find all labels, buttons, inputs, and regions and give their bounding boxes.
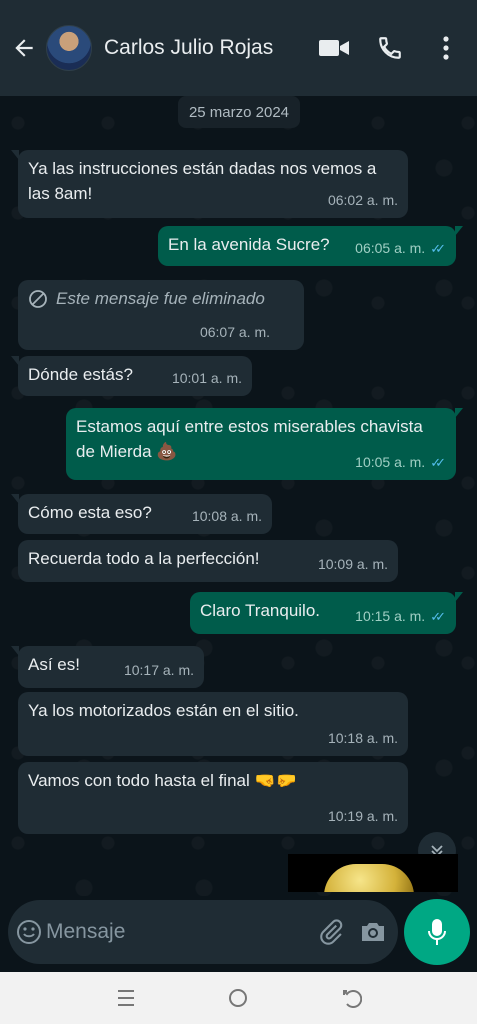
message-outgoing[interactable]: Estamos aquí entre estos miserables chav…	[66, 408, 463, 480]
attach-button[interactable]	[317, 914, 345, 950]
message-deleted[interactable]: Este mensaje fue eliminado 06:07 a. m.	[18, 280, 304, 350]
message-input[interactable]	[46, 920, 317, 944]
voice-call-button[interactable]	[373, 31, 407, 65]
menu-lines-icon	[118, 990, 135, 1006]
message-text: Este mensaje fue eliminado	[56, 289, 265, 308]
message-time: 10:05 a. m.	[355, 454, 426, 470]
home-circle-icon	[229, 989, 248, 1007]
message-meta: 10:05 a. m. ✓✓	[355, 450, 446, 475]
emoji-button[interactable]	[16, 912, 42, 952]
system-navigation-bar	[0, 972, 477, 1024]
deleted-message-text: Este mensaje fue eliminado	[28, 286, 294, 311]
message-time: 10:18 a. m.	[327, 730, 398, 746]
video-call-button[interactable]	[317, 31, 351, 65]
recents-button[interactable]	[106, 978, 146, 1018]
contact-name[interactable]: Carlos Julio Rojas	[104, 36, 317, 60]
image-message-preview[interactable]	[288, 854, 458, 892]
emoji-icon	[17, 920, 41, 944]
message-time: 06:02 a. m.	[327, 192, 398, 208]
message-text: En la avenida Sucre?	[168, 235, 330, 254]
back-nav-button[interactable]	[331, 978, 371, 1018]
read-ticks-icon: ✓✓	[430, 241, 446, 256]
read-ticks-icon: ✓✓	[430, 609, 446, 624]
message-incoming[interactable]: Recuerda todo a la perfección! 10:09 a. …	[18, 540, 398, 582]
message-time: 10:19 a. m.	[327, 808, 398, 824]
chat-header: Carlos Julio Rojas	[0, 0, 477, 96]
message-time: 06:05 a. m.	[355, 240, 426, 256]
phone-icon	[379, 37, 401, 59]
paperclip-icon	[320, 919, 343, 945]
camera-button[interactable]	[359, 914, 387, 950]
message-composer	[8, 900, 398, 964]
message-text: Claro Tranquilo.	[200, 601, 321, 620]
message-text: Así es!	[28, 655, 80, 674]
date-chip: 25 marzo 2024	[178, 96, 300, 128]
message-time: 10:15 a. m.	[355, 608, 426, 624]
message-text: Vamos con todo hasta el final 🤜🤛	[28, 771, 297, 790]
message-outgoing[interactable]: En la avenida Sucre? 06:05 a. m. ✓✓	[158, 226, 463, 266]
back-button[interactable]	[4, 28, 44, 68]
message-incoming[interactable]: Cómo esta eso? 10:08 a. m.	[11, 494, 272, 534]
chat-area[interactable]: 25 marzo 2024 Ya las instrucciones están…	[0, 96, 477, 896]
more-options-button[interactable]	[429, 31, 463, 65]
video-camera-icon	[319, 40, 349, 56]
contact-avatar[interactable]	[46, 25, 92, 71]
message-time: 06:07 a. m.	[199, 324, 270, 340]
message-incoming[interactable]: Así es! 10:17 a. m.	[11, 646, 204, 688]
message-time: 10:17 a. m.	[123, 662, 194, 678]
message-meta: 06:05 a. m. ✓✓	[355, 236, 446, 261]
camera-icon	[362, 923, 384, 941]
message-time: 10:08 a. m.	[191, 508, 262, 524]
image-content	[324, 864, 414, 892]
read-ticks-icon: ✓✓	[430, 455, 446, 470]
message-meta: 10:15 a. m. ✓✓	[355, 604, 446, 629]
voice-message-button[interactable]	[404, 899, 470, 965]
message-text: Ya los motorizados están en el sitio.	[28, 701, 299, 720]
message-incoming[interactable]: Ya los motorizados están en el sitio. 10…	[18, 692, 408, 756]
more-vertical-icon	[443, 36, 449, 60]
message-text: Cómo esta eso?	[28, 503, 152, 522]
microphone-icon	[428, 919, 446, 945]
blocked-icon	[29, 289, 47, 308]
message-time: 10:01 a. m.	[171, 370, 242, 386]
message-incoming[interactable]: Ya las instrucciones están dadas nos vem…	[11, 150, 408, 218]
message-outgoing[interactable]: Claro Tranquilo. 10:15 a. m. ✓✓	[190, 592, 463, 634]
message-text: Recuerda todo a la perfección!	[28, 549, 260, 568]
back-arrow-icon	[342, 990, 362, 1008]
home-button[interactable]	[218, 978, 258, 1018]
message-text: Dónde estás?	[28, 365, 133, 384]
message-incoming[interactable]: Vamos con todo hasta el final 🤜🤛 10:19 a…	[18, 762, 408, 834]
arrow-left-icon	[15, 39, 33, 57]
message-incoming[interactable]: Dónde estás? 10:01 a. m.	[11, 356, 252, 396]
message-time: 10:09 a. m.	[317, 556, 388, 572]
